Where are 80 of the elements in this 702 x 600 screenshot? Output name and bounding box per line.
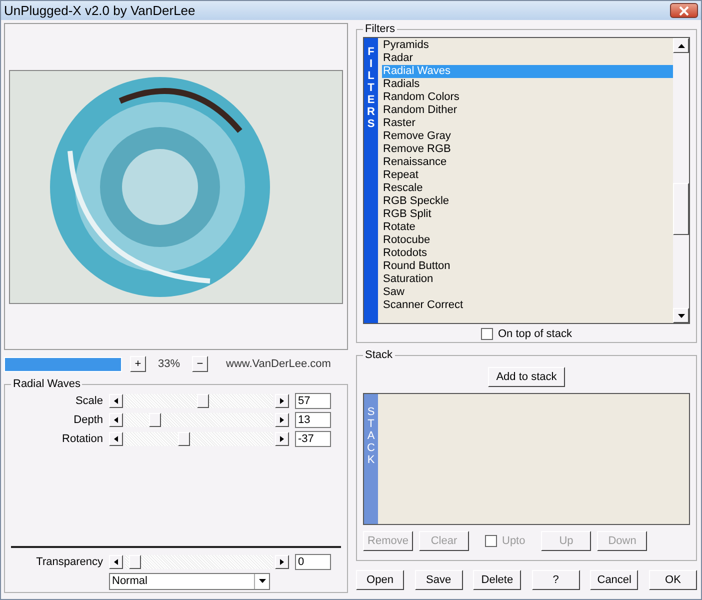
filter-item[interactable]: Radar bbox=[382, 52, 673, 65]
slider-label: Depth bbox=[72, 414, 104, 426]
group-title: Filters bbox=[364, 23, 396, 35]
filter-item[interactable]: Rescale bbox=[382, 182, 673, 195]
filter-item[interactable]: Radials bbox=[382, 78, 673, 91]
right-arrow-button[interactable] bbox=[275, 555, 289, 569]
filter-item[interactable]: Rotodots bbox=[382, 247, 673, 260]
stack-strip: STACK bbox=[364, 394, 378, 524]
filter-item[interactable]: Scanner Correct bbox=[382, 299, 673, 312]
slider-track[interactable] bbox=[125, 394, 273, 408]
right-arrow-icon bbox=[280, 417, 284, 423]
slider-thumb[interactable] bbox=[178, 432, 190, 446]
filter-item[interactable]: Remove RGB bbox=[382, 143, 673, 156]
up-arrow-icon bbox=[678, 44, 684, 48]
dialog-button[interactable]: Delete bbox=[473, 570, 522, 590]
slider-thumb[interactable] bbox=[129, 555, 142, 569]
right-arrow-icon bbox=[280, 559, 284, 565]
right-arrow-icon bbox=[280, 436, 284, 442]
filter-item[interactable]: RGB Speckle bbox=[382, 195, 673, 208]
scrollbar[interactable] bbox=[673, 38, 689, 323]
left-arrow-button[interactable] bbox=[109, 413, 123, 427]
filter-item[interactable]: Repeat bbox=[382, 169, 673, 182]
group-title: Radial Waves bbox=[12, 378, 82, 390]
blend-mode-dropdown[interactable]: Normal bbox=[109, 572, 270, 590]
value-field[interactable]: 13 bbox=[295, 412, 331, 428]
left-arrow-button[interactable] bbox=[109, 555, 123, 569]
scrollbar-thumb[interactable] bbox=[673, 183, 689, 235]
filter-item[interactable]: RGB Split bbox=[382, 208, 673, 221]
down-arrow-icon bbox=[678, 314, 684, 318]
slider-track[interactable] bbox=[125, 555, 273, 569]
dialog-button[interactable]: OK bbox=[648, 570, 697, 590]
add-to-stack-button[interactable]: Add to stack bbox=[488, 367, 565, 387]
filter-item[interactable]: Random Colors bbox=[382, 91, 673, 104]
dialog-button[interactable]: Cancel bbox=[590, 570, 638, 590]
group-title: Stack bbox=[364, 349, 394, 361]
checkbox[interactable] bbox=[481, 328, 493, 340]
zoom-in-button[interactable]: + bbox=[130, 356, 146, 372]
close-icon bbox=[679, 6, 689, 16]
left-arrow-button[interactable] bbox=[109, 394, 123, 408]
close-button[interactable] bbox=[670, 3, 698, 18]
right-arrow-icon bbox=[280, 398, 284, 404]
slider-label: Transparency bbox=[35, 556, 104, 568]
filter-item[interactable]: Renaissance bbox=[382, 156, 673, 169]
left-arrow-button[interactable] bbox=[109, 432, 123, 446]
left-arrow-icon bbox=[114, 417, 118, 423]
filter-item[interactable]: Random Dither bbox=[382, 104, 673, 117]
value-field[interactable]: -37 bbox=[295, 431, 331, 447]
slider-track[interactable] bbox=[125, 413, 273, 427]
filter-item[interactable]: Rotocube bbox=[382, 234, 673, 247]
slider-label: Scale bbox=[74, 395, 104, 407]
dialog-button[interactable]: Save bbox=[414, 570, 463, 590]
left-arrow-icon bbox=[114, 436, 118, 442]
dialog-button[interactable]: ? bbox=[532, 570, 580, 590]
website-label: www.VanDerLee.com bbox=[226, 358, 331, 370]
zoom-out-button[interactable]: − bbox=[192, 356, 208, 372]
dropdown-arrow-icon bbox=[258, 579, 266, 583]
value-field[interactable]: 0 bbox=[295, 554, 331, 570]
slider-track[interactable] bbox=[125, 432, 273, 446]
right-arrow-button[interactable] bbox=[275, 432, 289, 446]
filter-item[interactable]: Saw bbox=[382, 286, 673, 299]
filter-item[interactable]: Rotate bbox=[382, 221, 673, 234]
dialog-button[interactable]: Open bbox=[356, 570, 404, 590]
left-arrow-icon bbox=[114, 559, 118, 565]
slider-thumb[interactable] bbox=[197, 394, 210, 408]
checkbox-label: Upto bbox=[502, 535, 526, 547]
filter-item[interactable]: Saturation bbox=[382, 273, 673, 286]
zoom-level: 33% bbox=[156, 358, 182, 370]
filter-item[interactable]: Pyramids bbox=[382, 39, 673, 52]
window-title: UnPlugged-X v2.0 by VanDerLee bbox=[4, 3, 196, 18]
filter-item[interactable]: Raster bbox=[382, 117, 673, 130]
filter-item[interactable]: Remove Gray bbox=[382, 130, 673, 143]
left-arrow-icon bbox=[114, 398, 118, 404]
filters-strip: FILTERS bbox=[364, 38, 378, 323]
slider-thumb[interactable] bbox=[149, 413, 162, 427]
checkbox-label: On top of stack bbox=[498, 328, 572, 340]
right-arrow-button[interactable] bbox=[275, 413, 289, 427]
value-field[interactable]: 57 bbox=[295, 393, 331, 409]
right-arrow-button[interactable] bbox=[275, 394, 289, 408]
filter-item[interactable]: Round Button bbox=[382, 260, 673, 273]
slider-label: Rotation bbox=[61, 433, 104, 445]
